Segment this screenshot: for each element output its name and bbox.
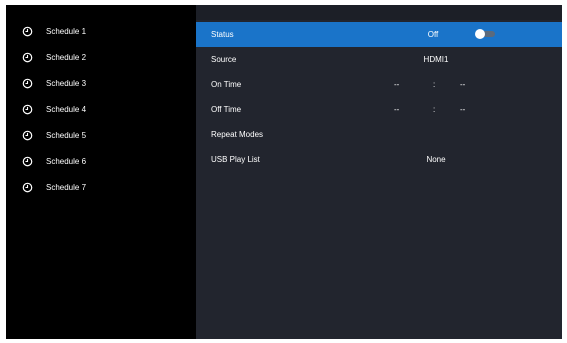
sidebar-item-label: Schedule 4 — [46, 105, 87, 114]
sidebar-item-label: Schedule 7 — [46, 183, 87, 192]
status-row[interactable]: Status Off — [196, 22, 562, 47]
clock-icon — [22, 182, 33, 193]
source-label: Source — [211, 55, 237, 64]
clock-icon — [22, 52, 33, 63]
status-value: Off — [427, 30, 439, 39]
on-time-hour[interactable]: -- — [394, 72, 399, 97]
source-row[interactable]: Source HDMI1 — [196, 47, 562, 72]
schedule-sidebar: Schedule 1 Schedule 2 Schedule 3 Schedul… — [6, 5, 196, 339]
status-label: Status — [211, 30, 234, 39]
repeat-modes-label: Repeat Modes — [211, 130, 264, 139]
off-time-minute[interactable]: -- — [460, 97, 465, 122]
sidebar-item-label: Schedule 6 — [46, 157, 87, 166]
sidebar-item-schedule-7[interactable]: Schedule 7 — [6, 175, 196, 201]
off-time-row[interactable]: Off Time -- : -- — [196, 97, 562, 122]
sidebar-item-schedule-1[interactable]: Schedule 1 — [6, 19, 196, 45]
sidebar-item-schedule-6[interactable]: Schedule 6 — [6, 149, 196, 175]
sidebar-item-schedule-5[interactable]: Schedule 5 — [6, 123, 196, 149]
on-time-separator: : — [433, 80, 436, 89]
sidebar-item-label: Schedule 2 — [46, 53, 87, 62]
sidebar-item-label: Schedule 3 — [46, 79, 87, 88]
sidebar-item-label: Schedule 1 — [46, 27, 87, 36]
source-value[interactable]: HDMI1 — [386, 47, 486, 72]
sidebar-item-schedule-2[interactable]: Schedule 2 — [6, 45, 196, 71]
clock-icon — [22, 78, 33, 89]
clock-icon — [22, 104, 33, 115]
sidebar-item-label: Schedule 5 — [46, 131, 87, 140]
status-toggle[interactable] — [475, 29, 497, 39]
clock-icon — [22, 26, 33, 37]
usb-play-list-value[interactable]: None — [386, 147, 486, 172]
usb-play-list-row[interactable]: USB Play List None — [196, 147, 562, 172]
usb-play-list-label: USB Play List — [211, 155, 260, 164]
off-time-label: Off Time — [211, 105, 242, 114]
settings-header-strip — [196, 5, 562, 20]
off-time-hour[interactable]: -- — [394, 97, 399, 122]
sidebar-item-schedule-4[interactable]: Schedule 4 — [6, 97, 196, 123]
schedule-screen: Schedule 1 Schedule 2 Schedule 3 Schedul… — [6, 5, 562, 339]
on-time-minute[interactable]: -- — [460, 72, 465, 97]
clock-icon — [22, 156, 33, 167]
on-time-label: On Time — [211, 80, 242, 89]
off-time-separator: : — [433, 105, 436, 114]
repeat-modes-row[interactable]: Repeat Modes — [196, 122, 562, 147]
clock-icon — [22, 130, 33, 141]
toggle-knob — [475, 29, 485, 39]
sidebar-item-schedule-3[interactable]: Schedule 3 — [6, 71, 196, 97]
on-time-row[interactable]: On Time -- : -- — [196, 72, 562, 97]
